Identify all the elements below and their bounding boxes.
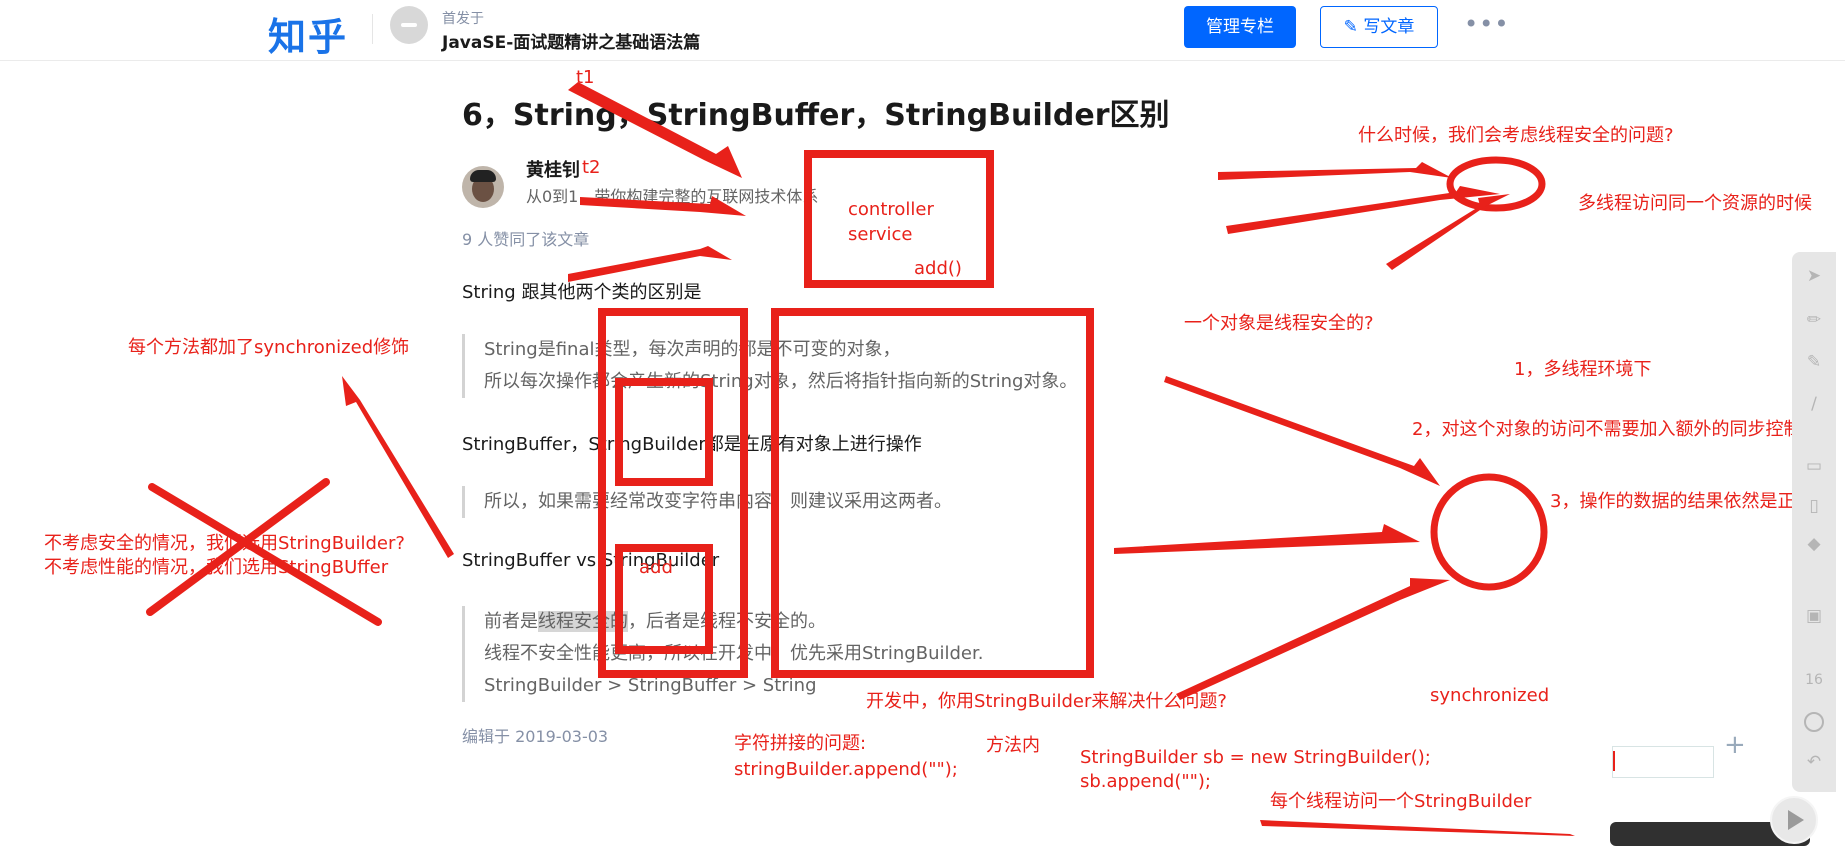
line-icon[interactable]: ∕ (1804, 394, 1824, 414)
play-icon[interactable] (1770, 796, 1818, 844)
annotation-box-string-column (598, 308, 748, 678)
cursor-icon[interactable]: ➤ (1804, 266, 1824, 286)
record-icon[interactable] (1804, 712, 1824, 732)
annotation-each-method: 每个方法都加了synchronized修饰 (128, 337, 410, 358)
number-counter[interactable]: 16 (1804, 670, 1824, 690)
annotation-arrow-t2 (580, 196, 746, 216)
annotation-box-inner-top (615, 378, 713, 486)
annotation-synchronized: synchronized (1430, 685, 1550, 706)
annotation-add: add (639, 557, 673, 578)
annotation-circle-object (1430, 473, 1548, 591)
annotation-arrow-up-left (342, 376, 454, 558)
annotation-multi-thread-access: 多线程访问同一个资源的时候 (1578, 193, 1812, 214)
shape-icon[interactable]: ◆ (1804, 534, 1824, 554)
annotation-add-call: add() (914, 258, 962, 279)
annotation-underline-stroke (1260, 820, 1575, 836)
annotation-condition-1: 1，多线程环境下 (1514, 359, 1652, 380)
annotation-box-large (771, 308, 1094, 678)
annotation-sb-append: stringBuilder.append(""); (734, 759, 958, 780)
annotation-arrow-top-1 (1218, 162, 1452, 180)
annotation-concat-problem: 字符拼接的问题: (734, 733, 867, 754)
annotation-no-safety: 不考虑安全的情况，我们选用StringBuilder? (44, 533, 405, 554)
annotation-condition-2: 2，对这个对象的访问不需要加入额外的同步控制 (1412, 419, 1802, 440)
pen-icon[interactable]: ✏ (1804, 310, 1824, 330)
rectangle-icon[interactable]: ▭ (1804, 456, 1824, 476)
annotation-code-line-2: sb.append(""); (1080, 771, 1211, 792)
annotation-no-perf: 不考虑性能的情况，我们选用StringBUffer (44, 557, 389, 578)
crosshair-icon: + (1724, 730, 1746, 760)
annotation-code-line-1: StringBuilder sb = new StringBuilder(); (1080, 747, 1431, 768)
annotation-arrow-obj-1 (1164, 376, 1440, 486)
annotation-arrow-obj-3 (1176, 578, 1450, 700)
annotation-service: service (848, 224, 913, 245)
annotation-in-method: 方法内 (986, 735, 1040, 756)
screen-icon[interactable]: ▣ (1804, 606, 1824, 626)
annotation-each-thread: 每个线程访问一个StringBuilder (1270, 791, 1532, 812)
mini-preview-box (1612, 746, 1714, 778)
annotation-condition-3: 3，操作的数据的结果依然是正确 (1550, 491, 1814, 512)
annotation-controller: controller (848, 199, 934, 220)
highlighter-icon[interactable]: ✎ (1804, 352, 1824, 372)
annotation-object-safe: 一个对象是线程安全的? (1184, 313, 1374, 334)
annotation-arrow-3 (568, 246, 732, 282)
annotation-arrow-top-2 (1226, 186, 1500, 234)
annotation-dev-question: 开发中，你用StringBuilder来解决什么问题? (866, 691, 1227, 712)
eraser-icon[interactable]: ▯ (1804, 496, 1824, 516)
annotation-t1: t1 (576, 67, 595, 88)
annotation-when-thread: 什么时候，我们会考虑线程安全的问题? (1358, 125, 1674, 146)
undo-icon[interactable]: ↶ (1804, 752, 1824, 772)
annotation-t2: t2 (582, 157, 601, 178)
annotation-arrow-obj-2 (1114, 524, 1420, 554)
drawing-toolbar: ➤ ✏ ✎ ∕ ▭ ▯ ◆ ▣ 16 ↶ (1792, 252, 1836, 792)
